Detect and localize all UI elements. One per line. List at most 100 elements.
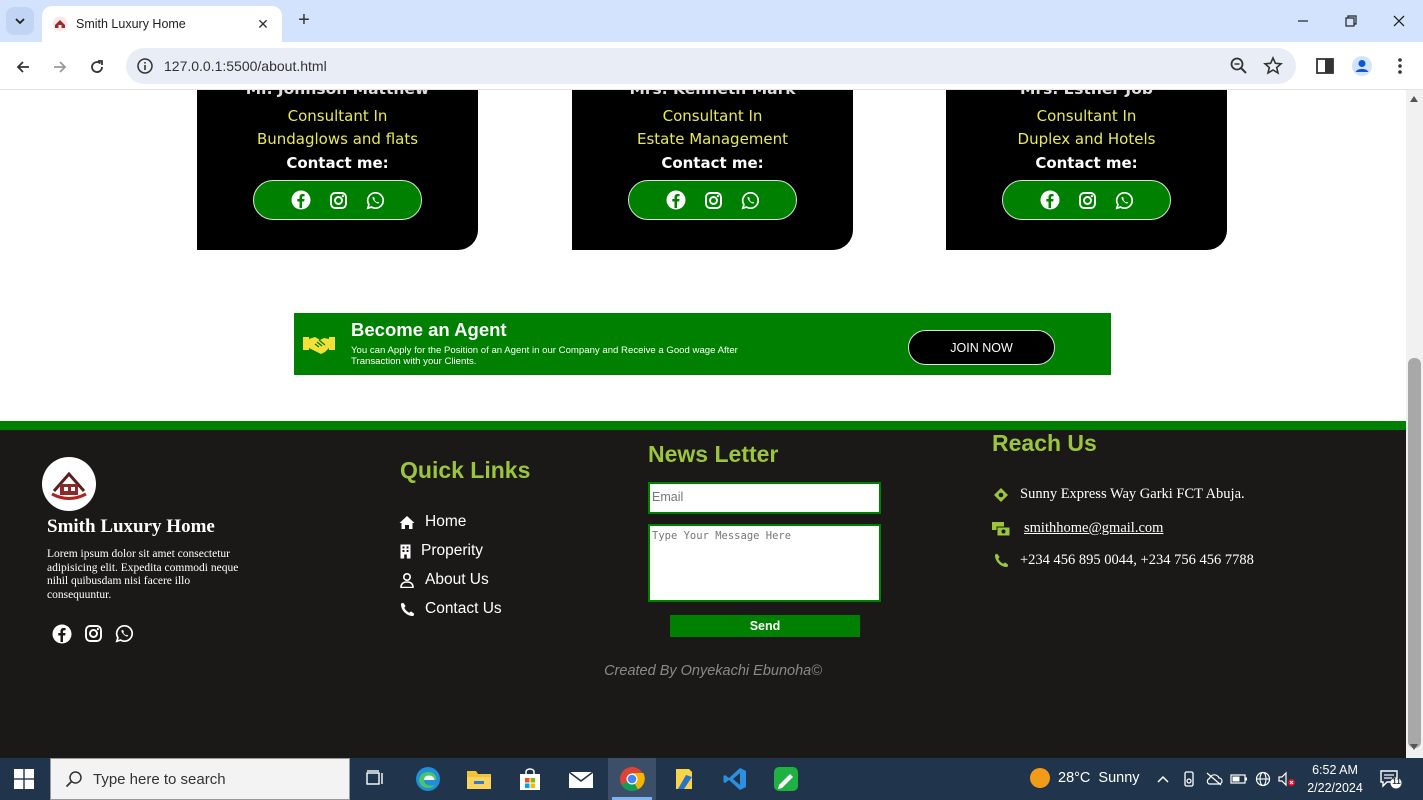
address-item: Sunny Express Way Garki FCT Abuja. [992,486,1245,503]
vscode-icon [723,768,746,790]
forward-button[interactable] [47,54,73,80]
reload-icon [91,60,103,73]
address-bar[interactable]: 127.0.0.1:5500/about.html [126,48,1296,84]
scroll-up-arrow-icon[interactable] [1410,96,1418,102]
pen-app-icon [774,767,798,791]
network-globe-icon[interactable] [1254,770,1272,788]
instagram-icon[interactable] [704,191,723,210]
mail-app[interactable] [557,758,605,800]
new-tab-button[interactable]: + [292,9,316,33]
windows-start-icon[interactable] [14,769,34,789]
instagram-icon[interactable] [1078,191,1097,210]
footer-credit: Created By Onyekachi Ebunoha© [604,663,822,679]
instagram-icon[interactable] [329,191,348,210]
facebook-icon[interactable] [291,190,311,210]
quick-link-label: Home [425,513,467,530]
quick-link-property[interactable]: Properity [399,542,483,560]
edge-app[interactable] [404,758,452,800]
more-menu-icon[interactable] [1389,55,1411,77]
battery-icon[interactable] [1230,770,1248,788]
chrome-app[interactable] [608,758,656,800]
side-panel-icon[interactable] [1314,55,1336,77]
page-viewport: Mr. Johnson Matthew Consultant In Bundag… [0,90,1406,758]
contact-label: Contact me: [1035,154,1138,172]
task-view-icon [366,770,383,785]
location-icon [994,487,1008,502]
weather-widget[interactable]: 28°C Sunny [1030,768,1140,788]
quick-link-label: About Us [425,571,489,588]
taskbar-search-box[interactable]: Type here to search [50,758,350,800]
notes-app[interactable] [660,758,708,800]
agent-card: Mr. Johnson Matthew Consultant In Bundag… [197,90,478,250]
quick-link-about[interactable]: About Us [399,571,489,589]
folder-icon [467,771,491,789]
phone-icon [400,602,414,616]
facebook-icon[interactable] [52,624,72,644]
green-app[interactable] [762,758,810,800]
facebook-icon[interactable] [666,190,686,210]
banner-title: Become an Agent [351,319,507,340]
newsletter-send-button[interactable]: Send [670,615,860,637]
newsletter-email-input[interactable]: Email [648,482,881,514]
whatsapp-icon[interactable] [115,624,134,644]
device-icon[interactable] [1180,770,1198,788]
brand-logo [42,457,96,511]
phone-text: +234 456 895 0044, +234 756 456 7788 [1020,552,1254,568]
close-window-button[interactable] [1376,8,1422,34]
agent-social-links [253,180,422,220]
bookmark-star-icon[interactable] [1263,56,1283,76]
chrome-icon [620,767,645,792]
file-explorer-app[interactable] [455,758,503,800]
footer-brand-description: Lorem ipsum dolor sit amet consectetur a… [47,548,239,601]
agent-role: Consultant In [287,107,388,125]
back-button[interactable] [10,54,36,80]
reach-us-title: Reach Us [992,430,1097,456]
profile-avatar-icon[interactable] [1351,55,1373,77]
zoom-icon[interactable] [1229,56,1249,76]
chevron-up-icon[interactable] [1154,770,1172,788]
cloud-off-icon[interactable] [1205,770,1223,788]
join-now-button[interactable]: JOIN NOW [908,330,1055,365]
task-view-button[interactable] [351,758,399,800]
store-app[interactable] [506,758,554,800]
vscode-app[interactable] [711,758,759,800]
agent-specialty: Duplex and Hotels [1017,130,1156,148]
site-footer: Smith Luxury Home Lorem ipsum dolor sit … [0,421,1406,758]
restore-button[interactable] [1328,8,1374,34]
instagram-icon[interactable] [84,624,103,644]
tab-close-icon[interactable]: ✕ [254,16,272,33]
scroll-down-arrow-icon[interactable] [1410,744,1418,750]
scrollbar-thumb[interactable] [1408,358,1421,748]
minimize-button[interactable] [1280,8,1326,34]
url-text: 127.0.0.1:5500/about.html [164,58,327,74]
email-link[interactable]: smithhome@gmail.com [1024,520,1163,537]
house-logo-icon [51,471,87,500]
volume-muted-icon[interactable] [1278,770,1296,788]
facebook-icon[interactable] [1040,190,1060,210]
agent-social-links [1002,180,1171,220]
whatsapp-icon[interactable] [1115,191,1134,210]
quick-link-home[interactable]: Home [399,513,466,531]
address-text: Sunny Express Way Garki FCT Abuja. [1020,486,1245,502]
site-info-icon[interactable] [136,57,154,75]
newsletter-message-textarea[interactable]: Type Your Message Here [648,524,881,602]
whatsapp-icon[interactable] [366,191,385,210]
reload-button[interactable] [84,54,110,80]
house-favicon-icon [52,16,68,32]
quick-link-contact[interactable]: Contact Us [399,600,502,618]
tab-search-button[interactable] [6,7,34,35]
system-clock[interactable]: 6:52 AM 2/22/2024 [1298,761,1372,797]
arrow-left-icon [16,61,29,73]
agent-specialty: Estate Management [636,130,789,148]
clock-date: 2/22/2024 [1307,781,1363,795]
quick-links-title: Quick Links [400,457,531,483]
mail-money-icon [992,521,1010,536]
page-scrollbar[interactable] [1406,90,1423,758]
handshake-icon [303,337,335,354]
whatsapp-icon[interactable] [741,191,760,210]
notification-center-button[interactable]: 11 [1380,769,1402,789]
mail-icon [568,771,594,788]
minimize-icon [1298,20,1308,22]
browser-tab[interactable]: Smith Luxury Home ✕ [42,6,282,42]
agent-role: Consultant In [662,107,763,125]
